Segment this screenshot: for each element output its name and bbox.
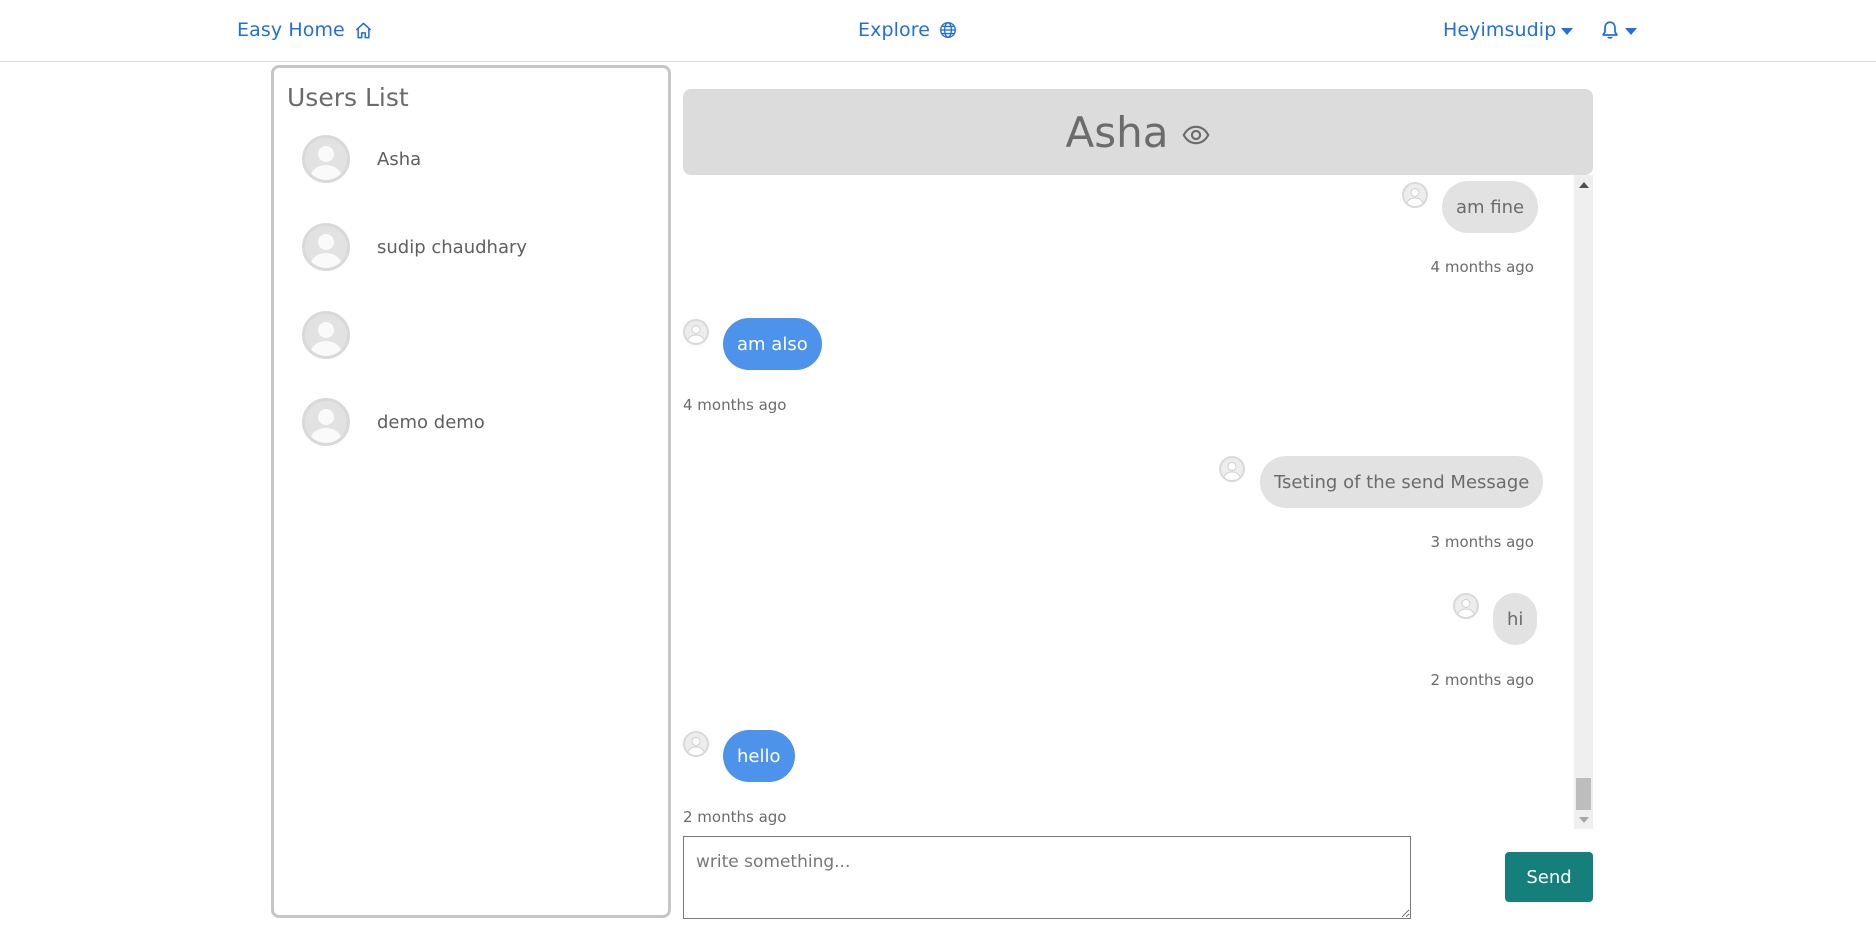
message-bubble: am fine [1442, 181, 1539, 233]
avatar [1402, 182, 1428, 208]
chat-header: Asha [683, 89, 1593, 175]
default-avatar-icon [1457, 599, 1475, 617]
user-list-item[interactable]: sudip chaudhary [302, 222, 662, 272]
users-list-title: Users List [287, 83, 409, 112]
chat-title: Asha [1065, 107, 1169, 157]
eye-icon[interactable] [1182, 124, 1210, 146]
message-bubble: Tseting of the send Message [1260, 456, 1544, 508]
default-avatar-icon [311, 322, 341, 356]
avatar [683, 319, 709, 345]
message-timestamp: 2 months ago [683, 808, 787, 826]
nav-user-dropdown[interactable]: Heyimsudip [1443, 16, 1574, 44]
nav-explore-link[interactable]: Explore [858, 16, 957, 44]
caret-down-icon [1561, 27, 1574, 35]
avatar [1219, 456, 1245, 482]
nav-user-label: Heyimsudip [1443, 19, 1557, 41]
avatar [302, 398, 350, 446]
nav-notifications-dropdown[interactable] [1600, 16, 1637, 44]
message-input[interactable] [683, 836, 1411, 919]
users-list-panel: Users List Asha sudip chaudhary demo dem… [271, 65, 671, 918]
scrollbar-thumb[interactable] [1576, 778, 1591, 810]
top-navbar: Easy Home Explore Heyimsudip [0, 0, 1876, 62]
scroll-down-arrow-icon[interactable] [1579, 817, 1589, 823]
message-timestamp: 4 months ago [1430, 258, 1534, 276]
user-name: demo demo [377, 411, 485, 433]
user-list-item[interactable] [302, 310, 662, 360]
message-timestamp: 2 months ago [1430, 671, 1534, 689]
message-timestamp: 4 months ago [683, 396, 787, 414]
message-bubble: hello [723, 730, 795, 782]
nav-explore-label: Explore [858, 19, 930, 41]
caret-down-icon [1625, 27, 1637, 35]
default-avatar-icon [311, 234, 341, 268]
chat-messages-area[interactable]: am fine 4 months ago am also 4 months ag… [683, 175, 1593, 829]
user-name: sudip chaudhary [377, 236, 528, 258]
default-avatar-icon [311, 146, 341, 180]
bell-icon [1602, 21, 1618, 39]
user-list-item[interactable]: demo demo [302, 397, 662, 447]
avatar [302, 311, 350, 359]
home-icon [355, 22, 371, 38]
avatar [302, 135, 350, 183]
message-bubble: am also [723, 318, 822, 370]
nav-easy-home-label: Easy Home [237, 19, 345, 41]
user-list-item[interactable]: Asha [302, 134, 662, 184]
default-avatar-icon [687, 325, 705, 343]
avatar [302, 223, 350, 271]
nav-easy-home-link[interactable]: Easy Home [237, 16, 373, 44]
send-button[interactable]: Send [1505, 852, 1593, 902]
scroll-up-arrow-icon[interactable] [1579, 182, 1589, 188]
avatar [683, 731, 709, 757]
chat-scrollbar[interactable] [1574, 175, 1593, 829]
globe-icon [940, 22, 956, 38]
default-avatar-icon [311, 409, 341, 443]
default-avatar-icon [1406, 188, 1424, 206]
message-timestamp: 3 months ago [1430, 533, 1534, 551]
message-bubble: hi [1493, 593, 1538, 645]
avatar [1453, 593, 1479, 619]
default-avatar-icon [1223, 462, 1241, 480]
default-avatar-icon [687, 737, 705, 755]
user-name: Asha [377, 148, 422, 170]
